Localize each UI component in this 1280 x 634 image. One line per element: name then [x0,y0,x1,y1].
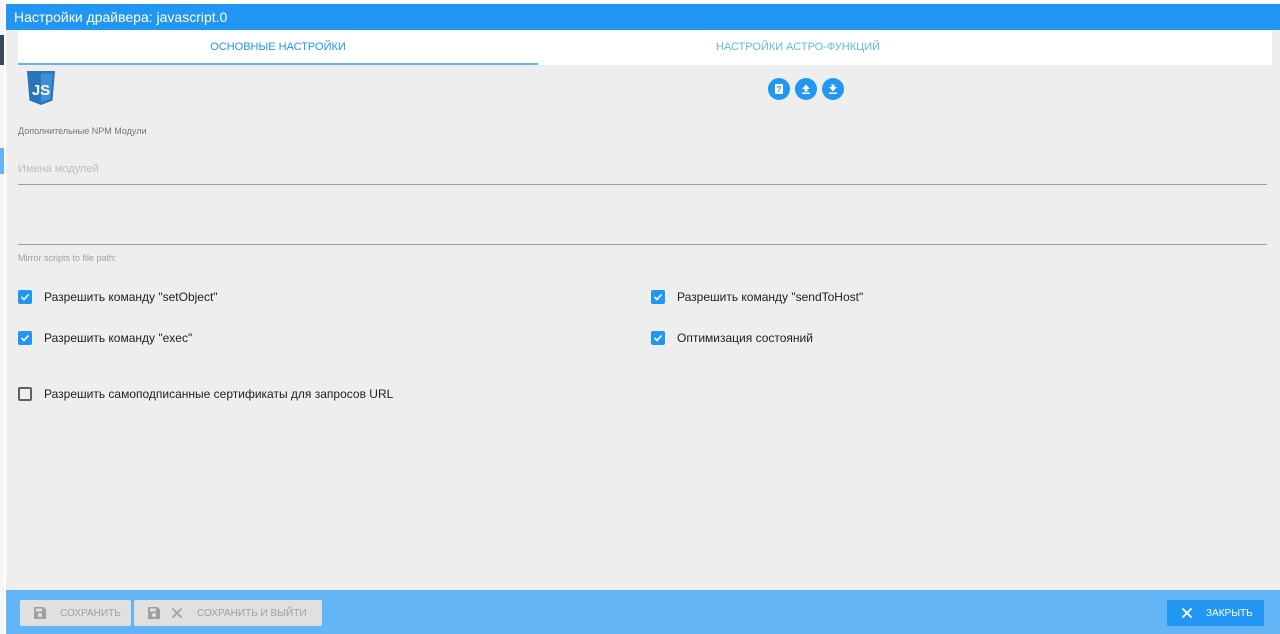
help-button[interactable]: ? [768,78,790,100]
background-window-edge [0,0,4,634]
download-button[interactable] [822,78,844,100]
npm-modules-input[interactable] [18,154,1267,185]
close-icon [171,607,183,619]
upload-icon [802,84,810,94]
npm-modules-label: Дополнительные NPM Модули [18,126,147,136]
checkbox-label: Оптимизация состояний [677,331,813,345]
checkbox-set-object[interactable]: Разрешить команду "setObject" [18,290,218,304]
save-icon [34,607,46,619]
save-and-close-button-label: СОХРАНИТЬ И ВЫЙТИ [197,607,307,619]
settings-dialog: Настройки драйвера: javascript.0 ОСНОВНЫ… [6,4,1280,634]
checkbox-send-to-host[interactable]: Разрешить команду "sendToHost" [651,290,863,304]
help-book-icon: ? [775,84,783,94]
active-tab-indicator [18,63,538,65]
background-edge-dark [0,35,4,65]
close-icon [1181,607,1193,619]
dialog-title: Настройки драйвера: javascript.0 [6,4,1280,30]
checkbox-checked-icon [651,331,665,345]
checkbox-label: Разрешить самоподписанные сертификаты дл… [44,387,394,401]
checkbox-unchecked-icon [18,387,32,401]
checkbox-label: Разрешить команду "setObject" [44,290,218,304]
close-button-label: ЗАКРЫТЬ [1206,607,1253,619]
checkbox-optimize-states[interactable]: Оптимизация состояний [651,331,813,345]
checkbox-checked-icon [18,331,32,345]
save-button-label: СОХРАНИТЬ [60,607,121,619]
upload-button[interactable] [795,78,817,100]
background-edge-blue [0,148,4,174]
svg-text:?: ? [777,85,782,94]
checkbox-self-signed-certs[interactable]: Разрешить самоподписанные сертификаты дл… [18,387,393,401]
save-and-close-button[interactable]: СОХРАНИТЬ И ВЫЙТИ [134,600,322,626]
checkbox-label: Разрешить команду "exec" [44,331,193,345]
tab-bar: ОСНОВНЫЕ НАСТРОЙКИ НАСТРОЙКИ АСТРО-ФУНКЦ… [18,30,1072,65]
tab-astro-settings[interactable]: НАСТРОЙКИ АСТРО-ФУНКЦИЙ [538,30,1058,65]
javascript-logo-icon: JS [27,71,55,105]
checkbox-exec[interactable]: Разрешить команду "exec" [18,331,192,345]
svg-text:JS: JS [32,82,50,99]
download-icon [829,84,837,94]
save-button[interactable]: СОХРАНИТЬ [20,600,131,626]
close-button[interactable]: ЗАКРЫТЬ [1167,600,1264,626]
checkbox-checked-icon [651,290,665,304]
mirror-path-label: Mirror scripts to file path: [18,253,117,263]
mirror-path-input-line[interactable] [18,244,1267,245]
checkbox-label: Разрешить команду "sendToHost" [677,290,864,304]
tab-bar-filler [1072,30,1272,65]
tab-main-settings[interactable]: ОСНОВНЫЕ НАСТРОЙКИ [18,30,538,65]
checkbox-checked-icon [18,290,32,304]
save-icon [148,607,160,619]
dialog-footer: СОХРАНИТЬ СОХРАНИТЬ И ВЫЙТИ ЗАКРЫТЬ [6,590,1280,634]
